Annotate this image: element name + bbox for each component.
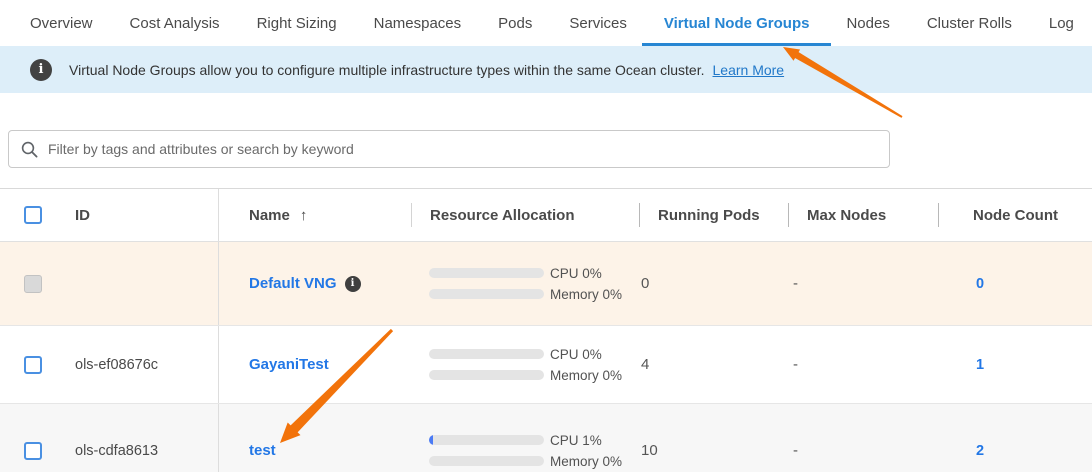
tab-pods[interactable]: Pods <box>498 0 532 46</box>
tab-services[interactable]: Services <box>569 0 627 46</box>
node-count-link[interactable]: 2 <box>973 443 984 459</box>
node-count-link[interactable]: 1 <box>973 357 984 373</box>
running-pods-value: 10 <box>639 404 788 472</box>
tab-cluster-rolls[interactable]: Cluster Rolls <box>927 0 1012 46</box>
info-icon[interactable]: i <box>345 276 361 292</box>
filter-bar <box>8 130 1092 168</box>
table-row: Default VNG i CPU 0% Memory 0% 0 - 0 <box>0 242 1092 326</box>
memory-bar <box>429 370 544 380</box>
row-checkbox[interactable] <box>24 356 42 374</box>
header-id[interactable]: ID <box>60 189 218 241</box>
search-box[interactable] <box>8 130 890 168</box>
max-nodes-value: - <box>788 404 938 472</box>
row-checkbox-disabled <box>24 275 42 293</box>
learn-more-link[interactable]: Learn More <box>713 62 785 78</box>
header-name-label: Name <box>249 207 290 224</box>
tab-right-sizing[interactable]: Right Sizing <box>257 0 337 46</box>
cpu-label: CPU 1% <box>550 433 602 448</box>
tab-bar: Overview Cost Analysis Right Sizing Name… <box>0 0 1092 46</box>
cpu-bar <box>429 268 544 278</box>
row-checkbox[interactable] <box>24 442 42 460</box>
running-pods-value: 4 <box>639 326 788 403</box>
cpu-bar <box>429 435 544 445</box>
row-id: ols-ef08676c <box>60 326 218 403</box>
info-banner: i Virtual Node Groups allow you to confi… <box>0 46 1092 93</box>
tab-log[interactable]: Log <box>1049 0 1074 46</box>
memory-bar <box>429 289 544 299</box>
memory-label: Memory 0% <box>550 287 622 302</box>
search-input[interactable] <box>48 141 877 157</box>
resource-allocation-cell: CPU 0% Memory 0% <box>411 326 639 403</box>
row-name-cell: GayaniTest <box>218 326 411 403</box>
memory-label: Memory 0% <box>550 368 622 383</box>
row-id: ols-cdfa8613 <box>60 404 218 472</box>
row-name-cell: Default VNG i <box>218 242 411 325</box>
table-row: ols-ef08676c GayaniTest CPU 0% Memory 0%… <box>0 326 1092 404</box>
header-name[interactable]: Name ↑ <box>218 189 411 241</box>
node-count-cell: 2 <box>938 404 1092 472</box>
cpu-bar <box>429 349 544 359</box>
node-count-link[interactable]: 0 <box>973 276 984 292</box>
row-checkbox-cell <box>0 242 60 325</box>
vng-name-link[interactable]: Default VNG <box>249 275 337 292</box>
table-row: ols-cdfa8613 test CPU 1% Memory 0% 10 - … <box>0 404 1092 472</box>
vng-table: ID Name ↑ Resource Allocation Running Po… <box>0 188 1092 472</box>
sort-asc-icon[interactable]: ↑ <box>300 207 308 224</box>
node-count-cell: 0 <box>938 242 1092 325</box>
banner-text: Virtual Node Groups allow you to configu… <box>69 62 705 78</box>
header-max-nodes[interactable]: Max Nodes <box>788 189 938 241</box>
search-icon <box>21 141 38 158</box>
table-header-row: ID Name ↑ Resource Allocation Running Po… <box>0 189 1092 242</box>
row-name-cell: test <box>218 404 411 472</box>
resource-allocation-cell: CPU 0% Memory 0% <box>411 242 639 325</box>
header-running-pods[interactable]: Running Pods <box>639 189 788 241</box>
vng-name-link[interactable]: test <box>249 442 276 459</box>
tab-overview[interactable]: Overview <box>30 0 93 46</box>
vng-name-link[interactable]: GayaniTest <box>249 356 329 373</box>
cpu-label: CPU 0% <box>550 266 602 281</box>
max-nodes-value: - <box>788 326 938 403</box>
tab-virtual-node-groups[interactable]: Virtual Node Groups <box>664 0 810 46</box>
memory-label: Memory 0% <box>550 454 622 469</box>
select-all-checkbox[interactable] <box>24 206 42 224</box>
node-count-cell: 1 <box>938 326 1092 403</box>
header-node-count[interactable]: Node Count <box>938 189 1092 241</box>
tab-namespaces[interactable]: Namespaces <box>374 0 462 46</box>
info-icon: i <box>30 59 52 81</box>
row-checkbox-cell <box>0 326 60 403</box>
header-resource-allocation[interactable]: Resource Allocation <box>411 189 639 241</box>
running-pods-value: 0 <box>639 242 788 325</box>
cpu-label: CPU 0% <box>550 347 602 362</box>
header-checkbox-cell <box>0 189 60 241</box>
max-nodes-value: - <box>788 242 938 325</box>
row-checkbox-cell <box>0 404 60 472</box>
resource-allocation-cell: CPU 1% Memory 0% <box>411 404 639 472</box>
tab-cost-analysis[interactable]: Cost Analysis <box>130 0 220 46</box>
memory-bar <box>429 456 544 466</box>
row-id <box>60 242 218 325</box>
tab-nodes[interactable]: Nodes <box>846 0 889 46</box>
